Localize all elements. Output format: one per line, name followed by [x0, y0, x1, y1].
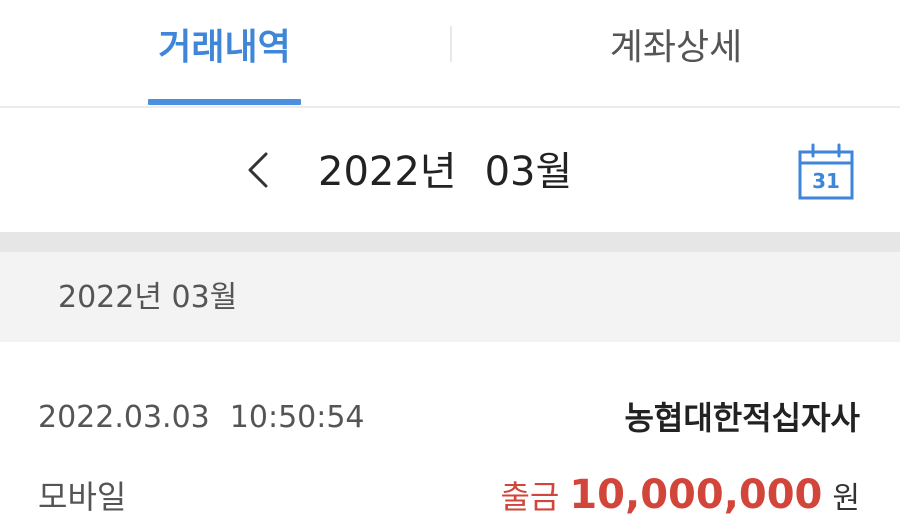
tab-divider: [450, 26, 452, 62]
chevron-left-icon: [248, 152, 268, 188]
transaction-currency: 원: [832, 481, 860, 516]
transaction-row[interactable]: 2022.03.03 10:50:54 농협대한적십자사 모바일 출금 10,000…: [0, 342, 900, 528]
previous-month-button[interactable]: [236, 144, 280, 196]
month-title-month: 03월: [484, 149, 573, 195]
month-navigation: 2022년 03월 31: [0, 108, 900, 232]
month-section-label: 2022년 03월: [58, 280, 238, 315]
tab-bar: 거래내역 계좌상세: [0, 0, 900, 108]
transaction-amount-line: 출금 10,000,000 원: [500, 472, 860, 526]
transaction-date: 2022.03.03: [38, 400, 210, 435]
transaction-channel: 모바일: [38, 478, 127, 516]
calendar-day-label: 31: [812, 169, 840, 193]
active-tab-indicator: [148, 99, 301, 105]
transaction-datetime: 2022.03.03 10:50:54: [38, 398, 365, 438]
month-title: 2022년 03월: [318, 148, 572, 196]
transaction-payee: 농협대한적십자사: [624, 399, 860, 437]
transaction-type: 출금: [500, 478, 560, 516]
transaction-amount: 10,000,000: [569, 472, 823, 518]
month-section-header: 2022년 03월: [0, 252, 900, 342]
section-separator: [0, 232, 900, 252]
calendar-button[interactable]: 31: [796, 142, 856, 202]
tab-account-details[interactable]: 계좌상세: [600, 18, 752, 78]
tab-transactions[interactable]: 거래내역: [148, 18, 301, 78]
month-title-year: 2022년: [318, 149, 457, 195]
calendar-icon: 31: [798, 143, 854, 200]
transaction-time: 10:50:54: [229, 400, 365, 435]
